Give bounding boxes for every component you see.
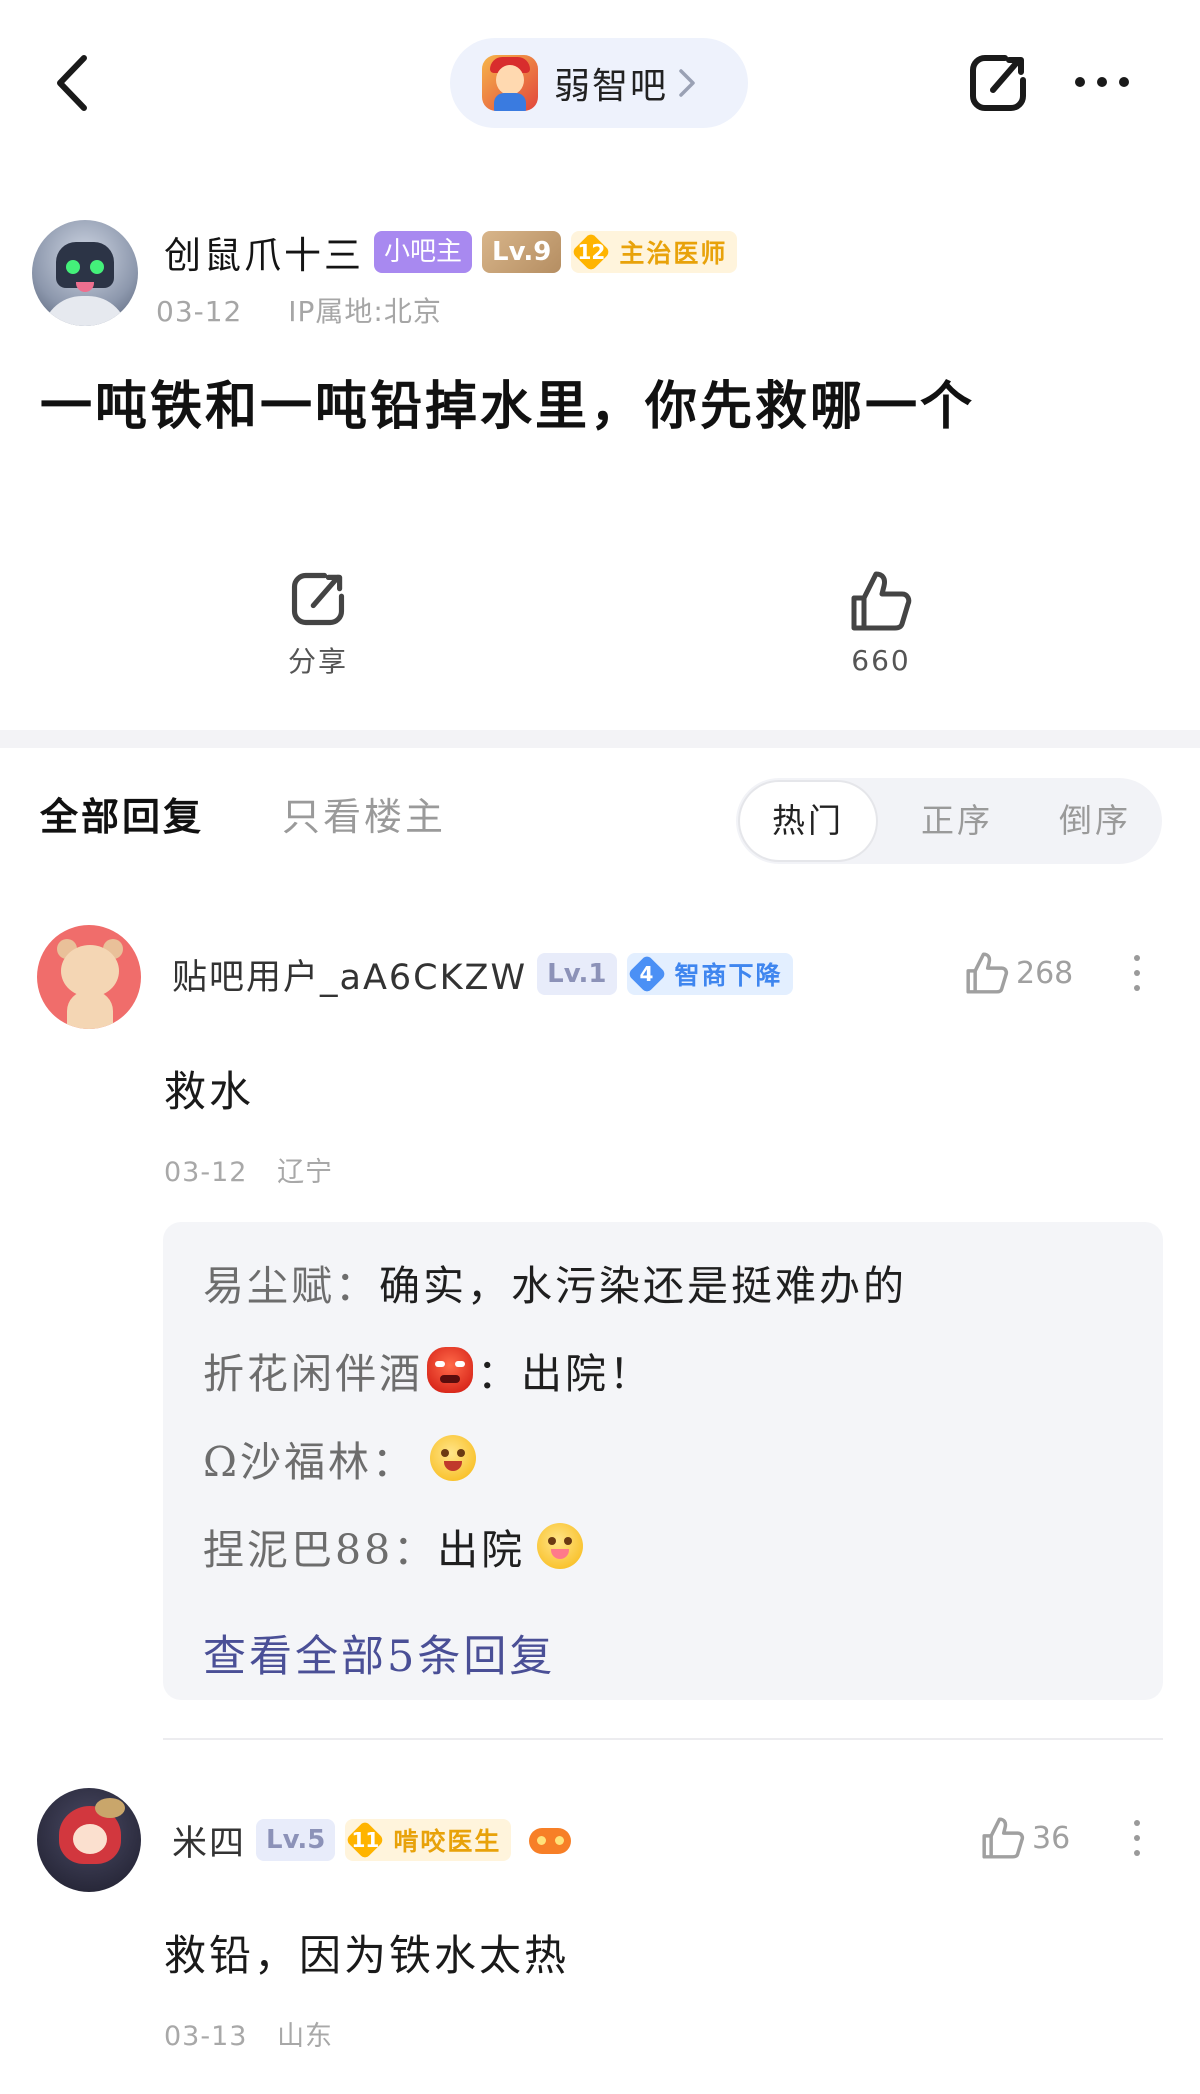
thumbs-up-icon <box>982 1817 1025 1859</box>
laughing-emoji-icon <box>430 1435 476 1481</box>
like-count: 660 <box>851 644 911 677</box>
sub-reply-text: 确实，水污染还是挺难办的 <box>379 1262 907 1310</box>
more-vertical-icon <box>1125 955 1149 991</box>
sub-reply: 易尘赋： 确实，水污染还是挺难办的 <box>203 1252 907 1312</box>
sub-reply: 折花闲伴酒 ：出院！ <box>203 1340 653 1400</box>
more-options-button[interactable] <box>1070 62 1134 102</box>
like-action-button[interactable]: 660 <box>801 568 961 688</box>
level-badge: Lv.5 <box>256 1819 336 1861</box>
share-icon <box>291 572 345 626</box>
share-action-button[interactable]: 分享 <box>238 568 398 688</box>
sort-ascending-button[interactable]: 正序 <box>894 778 1020 864</box>
forum-name: 弱智吧 <box>554 66 669 107</box>
game-controller-icon <box>527 1820 573 1860</box>
title-badge-label: 主治医师 <box>619 239 728 268</box>
sub-reply-author[interactable]: 易尘赋： <box>203 1252 379 1312</box>
comment-location: 辽宁 <box>277 1157 334 1188</box>
comment-date: 03-13 <box>164 2021 248 2052</box>
yummy-face-emoji-icon <box>537 1523 584 1569</box>
chevron-left-icon <box>57 55 87 111</box>
tab-all-replies[interactable]: 全部回复 <box>40 786 204 841</box>
post-title: 一吨铁和一吨铅掉水里，你先救哪一个 <box>40 376 976 437</box>
comment-like-count: 268 <box>1016 955 1074 991</box>
sub-reply-text: 出院 <box>437 1526 526 1574</box>
sub-reply: Ω沙福林： <box>203 1428 480 1488</box>
comment-avatar[interactable] <box>37 1788 141 1892</box>
comment-location: 山东 <box>277 2021 334 2052</box>
back-button[interactable] <box>48 50 96 116</box>
comment-more-button[interactable] <box>1125 1820 1149 1870</box>
sub-reply-text: ：出院！ <box>477 1350 653 1398</box>
section-separator <box>0 730 1200 748</box>
share-icon <box>970 55 1026 111</box>
comment-username[interactable]: 米四 <box>172 1815 246 1866</box>
more-horizontal-icon <box>1075 77 1129 87</box>
comment-name-row: 米四 Lv.5 11 啃咬医生 <box>172 1812 573 1868</box>
title-badge-label: 啃咬医生 <box>393 1827 502 1856</box>
op-name-row: 创鼠爪十三 小吧主 Lv.9 12 主治医师 <box>164 224 738 280</box>
level-badge: Lv.9 <box>482 231 562 273</box>
moderator-badge: 小吧主 <box>374 231 473 273</box>
op-meta: 03-12 IP属地:北京 <box>156 290 442 330</box>
comment-meta: 03-12 辽宁 <box>164 1150 333 1189</box>
forum-link-button[interactable]: 弱智吧 <box>450 38 748 128</box>
diamond-icon: 11 <box>345 1820 386 1860</box>
comment-name-row: 贴吧用户_aA6CKZW Lv.1 4 智商下降 <box>172 946 793 1002</box>
share-label: 分享 <box>287 645 348 678</box>
comment-meta: 03-13 山东 <box>164 2014 333 2053</box>
comment-text: 救铅，因为铁水太热 <box>164 1931 570 1980</box>
more-vertical-icon <box>1125 1820 1149 1856</box>
comment-avatar[interactable] <box>37 925 141 1029</box>
comment-more-button[interactable] <box>1125 955 1149 1005</box>
chevron-right-icon <box>679 69 695 97</box>
comment-username[interactable]: 贴吧用户_aA6CKZW <box>172 949 527 1000</box>
title-badge-label: 智商下降 <box>674 961 783 990</box>
tab-op-only[interactable]: 只看楼主 <box>282 786 446 841</box>
comment-text: 救水 <box>164 1067 255 1116</box>
title-badge: 12 主治医师 <box>571 231 738 273</box>
share-button-top[interactable] <box>965 50 1031 116</box>
forum-avatar <box>482 55 538 111</box>
ip-location: IP属地:北京 <box>288 295 442 328</box>
sub-reply: 捏泥巴88： 出院 <box>203 1516 587 1576</box>
diamond-icon: 4 <box>626 954 667 994</box>
sub-reply-author[interactable]: 捏泥巴88： <box>203 1516 437 1576</box>
view-all-replies-link[interactable]: 查看全部5条回复 <box>203 1622 555 1684</box>
level-badge: Lv.1 <box>537 953 617 995</box>
thumbs-up-icon <box>851 571 912 631</box>
comment-like-button[interactable]: 36 <box>980 1815 1070 1861</box>
comment-like-button[interactable]: 268 <box>964 950 1073 996</box>
sort-hot-button[interactable]: 热门 <box>740 782 876 860</box>
top-navigation-bar: 弱智吧 <box>0 0 1200 160</box>
sort-toggle: 热门 正序 倒序 <box>736 778 1162 864</box>
post-date: 03-12 <box>156 295 243 328</box>
title-badge: 11 啃咬医生 <box>345 1819 512 1861</box>
title-badge: 4 智商下降 <box>626 953 793 995</box>
op-avatar[interactable] <box>32 220 138 326</box>
diamond-icon: 12 <box>571 232 612 272</box>
sub-replies-box[interactable]: 易尘赋： 确实，水污染还是挺难办的 折花闲伴酒 ：出院！ Ω沙福林： 捏泥巴88… <box>163 1222 1163 1700</box>
tengu-mask-emoji-icon <box>427 1347 473 1393</box>
op-username[interactable]: 创鼠爪十三 <box>164 225 364 279</box>
sub-reply-author[interactable]: 折花闲伴酒 <box>203 1340 423 1400</box>
thumbs-up-icon <box>966 952 1009 994</box>
sub-reply-author[interactable]: Ω沙福林： <box>203 1428 416 1488</box>
comment-date: 03-12 <box>164 1157 248 1188</box>
comment-like-count: 36 <box>1032 1820 1071 1856</box>
comment-divider <box>163 1738 1163 1740</box>
sort-descending-button[interactable]: 倒序 <box>1032 778 1158 864</box>
